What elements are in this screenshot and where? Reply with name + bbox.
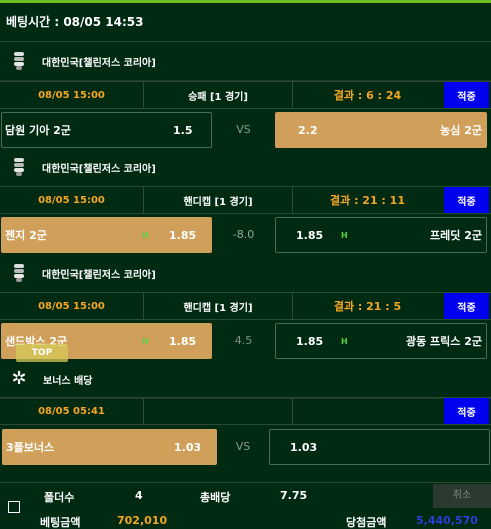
bonus-info-row: 08/05 05:41 적중 <box>0 397 491 425</box>
bet-amount-label: 베팅금액 <box>40 516 81 529</box>
league-row-3: 대한민국[챌린저스 코리아] <box>0 254 491 293</box>
away-odds-value: 2.2 <box>298 123 318 137</box>
match-date: 08/05 15:00 <box>0 82 144 108</box>
home-odds-value: 1.85 <box>169 334 197 348</box>
vs-label: VS <box>235 440 251 453</box>
away-odds-value: 1.85 <box>296 228 324 242</box>
sparkle-icon: ✲ <box>11 368 27 389</box>
handicap-mark: H <box>142 336 149 346</box>
league-name: 대한민국[챌린저스 코리아] <box>42 269 156 281</box>
status-badge: 적중 <box>444 187 489 213</box>
bonus-home-button[interactable]: 3폴보너스 1.03 <box>2 429 217 465</box>
bet-slip-footer: 폴더수 4 총배당 7.75 취소 베팅금액 702,010 당첨금액 5,44… <box>0 482 491 529</box>
match-date: 08/05 15:00 <box>0 293 144 319</box>
handicap-value: 4.5 <box>234 334 253 347</box>
home-odds-value: 1.5 <box>173 123 193 137</box>
bonus-name: 3폴보너스 <box>6 441 55 454</box>
vs-label: VS <box>236 123 251 136</box>
bonus-odds-row: 3폴보너스 1.03 VS 1.03 <box>0 428 491 466</box>
select-checkbox[interactable] <box>8 501 20 513</box>
bet-info-row-1: 08/05 15:00 승패 [1 경기] 결과 : 6 : 24 적중 <box>0 81 491 109</box>
match-result: 결과 : 6 : 24 <box>333 89 402 102</box>
total-odds-label: 총배당 <box>200 491 231 504</box>
bet-type: 핸디캡 [1 경기] <box>144 293 293 319</box>
match-result <box>293 398 442 424</box>
bet-type <box>144 398 293 424</box>
bonus-home-odds: 1.03 <box>174 440 202 454</box>
away-team-name: 농심 2군 <box>440 124 482 137</box>
bonus-away-odds: 1.03 <box>290 440 318 454</box>
odds-row-3: 샌드박스 2군 H 1.85 4.5 1.85 H 광동 프릭스 2군 <box>0 322 491 360</box>
handicap-value: -8.0 <box>232 228 255 241</box>
league-trophy-icon <box>12 158 26 176</box>
handicap-mark: H <box>142 230 149 240</box>
odds-row-1: 담원 기아 2군 1.5 VS 2.2 농심 2군 <box>0 111 491 149</box>
home-team-name: 담원 기아 2군 <box>5 124 71 137</box>
league-trophy-icon <box>12 264 26 282</box>
away-team-name: 광동 프릭스 2군 <box>405 335 482 348</box>
league-trophy-icon <box>12 52 26 70</box>
total-odds-value: 7.75 <box>280 489 308 502</box>
bonus-title: 보너스 배당 <box>43 375 93 387</box>
away-odds-button[interactable]: 2.2 농심 2군 <box>275 112 487 148</box>
folder-count-value: 4 <box>135 489 143 502</box>
bet-type: 핸디캡 [1 경기] <box>144 187 293 213</box>
bet-info-row-3: 08/05 15:00 핸디캡 [1 경기] 결과 : 21 : 5 적중 <box>0 292 491 320</box>
league-name: 대한민국[챌린저스 코리아] <box>42 57 156 69</box>
home-odds-button[interactable]: 젠지 2군 H 1.85 <box>1 217 212 253</box>
status-badge: 적중 <box>444 293 489 319</box>
league-row-2: 대한민국[챌린저스 코리아] <box>0 148 491 187</box>
away-odds-value: 1.85 <box>296 334 324 348</box>
win-amount-value: 5,440,570 <box>416 514 478 527</box>
folder-count-label: 폴더수 <box>44 491 75 504</box>
win-amount-label: 당첨금액 <box>346 516 387 529</box>
home-odds-button[interactable]: 담원 기아 2군 1.5 <box>1 112 212 148</box>
bet-info-row-2: 08/05 15:00 핸디캡 [1 경기] 결과 : 21 : 11 적중 <box>0 186 491 214</box>
away-odds-button[interactable]: 1.85 H 프레딧 2군 <box>275 217 487 253</box>
bet-time-header: 베팅시간 : 08/05 14:53 <box>0 3 491 42</box>
handicap-mark: H <box>341 336 348 346</box>
match-result: 결과 : 21 : 5 <box>333 300 402 313</box>
home-team-name: 젠지 2군 <box>5 229 47 242</box>
home-odds-value: 1.85 <box>169 228 197 242</box>
status-badge: 적중 <box>444 398 489 424</box>
bonus-row: ✲ 보너스 배당 <box>0 360 491 399</box>
bonus-away-button[interactable]: 1.03 <box>269 429 490 465</box>
bet-type: 승패 [1 경기] <box>144 82 293 108</box>
cancel-button[interactable]: 취소 <box>433 484 491 508</box>
away-odds-button[interactable]: 1.85 H 광동 프릭스 2군 <box>275 323 487 359</box>
handicap-mark: H <box>341 230 348 240</box>
bet-amount-value: 702,010 <box>117 514 168 527</box>
match-result: 결과 : 21 : 11 <box>330 194 405 207</box>
league-name: 대한민국[챌린저스 코리아] <box>42 163 156 175</box>
odds-row-2: 젠지 2군 H 1.85 -8.0 1.85 H 프레딧 2군 <box>0 216 491 254</box>
match-date: 08/05 15:00 <box>0 187 144 213</box>
bonus-date: 08/05 05:41 <box>0 398 144 424</box>
league-row-1: 대한민국[챌린저스 코리아] <box>0 42 491 81</box>
status-badge: 적중 <box>444 82 489 108</box>
away-team-name: 프레딧 2군 <box>430 229 482 242</box>
